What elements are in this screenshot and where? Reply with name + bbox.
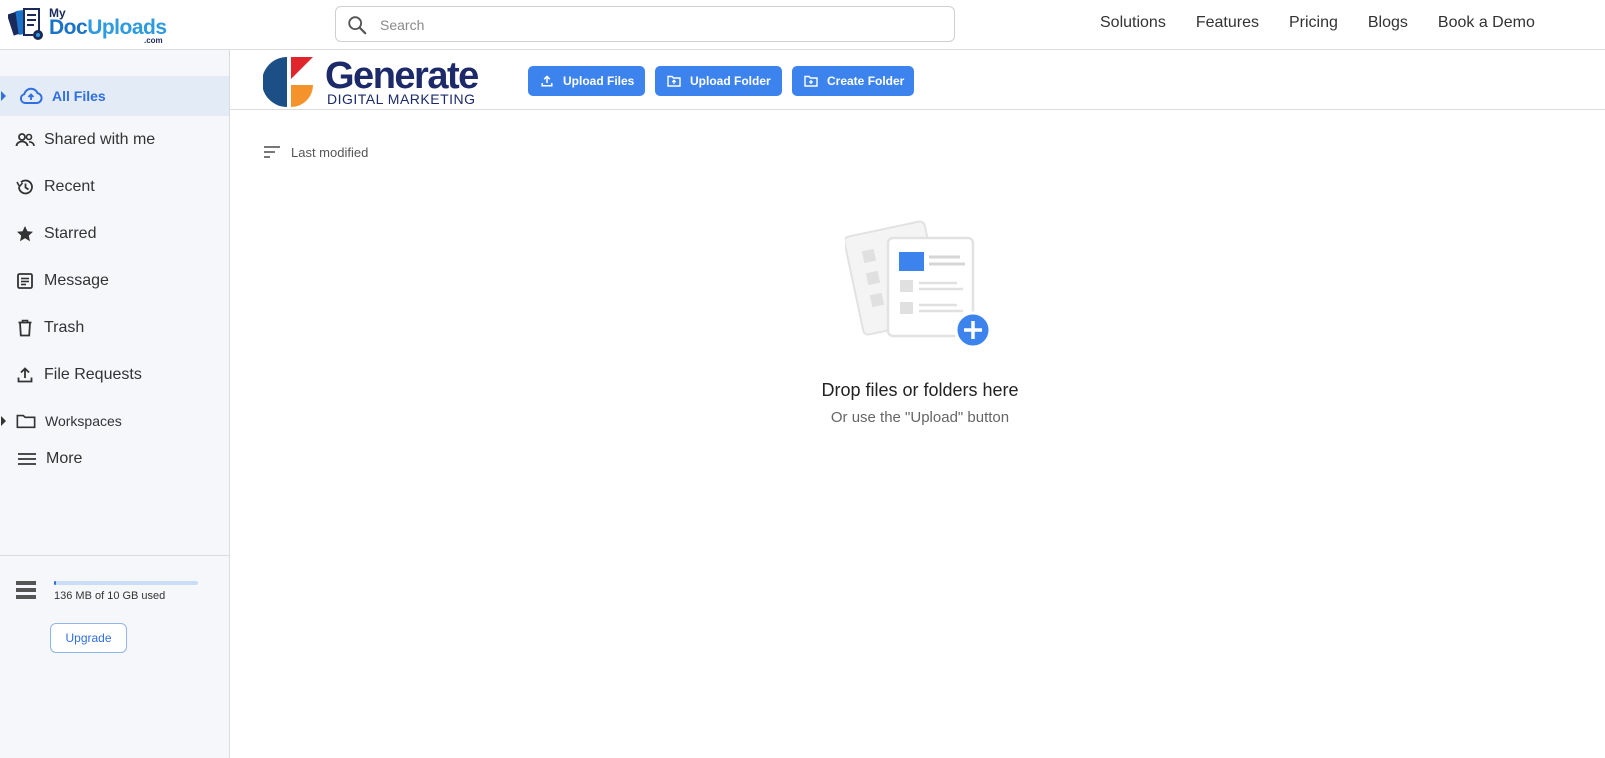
sidebar-item-label: Message [44, 272, 109, 289]
nav-blogs[interactable]: Blogs [1368, 14, 1408, 32]
sidebar-item-label: All Files [52, 88, 106, 104]
nav-solutions[interactable]: Solutions [1100, 14, 1166, 32]
sidebar-item-label: Shared with me [44, 131, 156, 148]
people-icon [15, 130, 35, 150]
sidebar-item-all-files[interactable]: All Files [0, 76, 229, 116]
brand-tagline: DIGITAL MARKETING [327, 91, 476, 107]
folder-add-icon [804, 74, 818, 88]
logo-text-com: .com [144, 36, 163, 45]
sidebar-item-trash[interactable]: Trash [0, 308, 229, 348]
mydocuploads-logo[interactable]: My DocUploads .com [8, 4, 168, 46]
caret-right-icon[interactable] [1, 416, 6, 426]
generate-logo-mark-icon [263, 57, 313, 107]
empty-files-illustration [845, 220, 992, 349]
upload-folder-button[interactable]: Upload Folder [655, 66, 782, 96]
upgrade-button[interactable]: Upgrade [50, 623, 127, 653]
create-folder-button[interactable]: Create Folder [792, 66, 914, 96]
top-bar: My DocUploads .com Solutions Features Pr… [0, 0, 1605, 50]
sidebar-item-label: File Requests [44, 366, 142, 383]
history-icon [15, 177, 35, 197]
brand-logo: Generate DIGITAL MARKETING [263, 55, 498, 107]
search-icon [348, 16, 367, 35]
upload-icon [540, 74, 554, 88]
nav-book-demo[interactable]: Book a Demo [1438, 14, 1535, 32]
logo-text-doc: Doc [49, 16, 88, 39]
folder-upload-icon [667, 74, 681, 88]
sidebar-item-recent[interactable]: Recent [0, 167, 229, 207]
nav-features[interactable]: Features [1196, 14, 1259, 32]
sidebar-item-label: More [46, 450, 83, 467]
storage-progress-bar [54, 581, 198, 585]
menu-icon [17, 449, 37, 469]
upload-files-label: Upload Files [563, 74, 635, 88]
upload-icon [15, 365, 35, 385]
star-icon [15, 224, 35, 244]
storage-progress-fill [54, 581, 57, 585]
message-icon [15, 271, 35, 291]
sidebar-divider [0, 555, 229, 556]
empty-state-title: Drop files or folders here [821, 380, 1019, 400]
trash-icon [15, 318, 35, 338]
sort-control[interactable]: Last modified [263, 143, 368, 161]
create-folder-label: Create Folder [827, 74, 905, 88]
sidebar-item-label: Trash [44, 319, 85, 336]
upload-folder-label: Upload Folder [690, 74, 771, 88]
sort-label: Last modified [291, 144, 369, 160]
sidebar-item-label: Workspaces [45, 413, 122, 429]
upload-files-button[interactable]: Upload Files [528, 66, 645, 96]
cloud-upload-icon [18, 86, 44, 106]
sidebar-item-shared[interactable]: Shared with me [0, 120, 229, 160]
search-box[interactable] [335, 6, 955, 42]
sort-icon [264, 146, 280, 158]
sidebar-item-more[interactable]: More [0, 439, 229, 479]
folder-icon [16, 411, 36, 431]
sidebar-item-file-requests[interactable]: File Requests [0, 355, 229, 395]
nav-pricing[interactable]: Pricing [1289, 14, 1338, 32]
empty-state-subtitle: Or use the "Upload" button [830, 409, 1010, 426]
top-nav: Solutions Features Pricing Blogs Book a … [1100, 14, 1565, 32]
storage-icon [16, 581, 36, 599]
caret-right-icon [1, 91, 6, 101]
sidebar: All Files Shared with me Recent Starred … [0, 50, 230, 758]
main-toolbar: Generate DIGITAL MARKETING Upload Files … [230, 50, 1605, 110]
sidebar-item-starred[interactable]: Starred [0, 214, 229, 254]
storage-usage-text: 136 MB of 10 GB used [54, 590, 166, 602]
search-input[interactable] [380, 13, 940, 37]
sidebar-item-message[interactable]: Message [0, 261, 229, 301]
sidebar-item-label: Starred [44, 225, 97, 242]
docs-logo-icon [8, 8, 43, 40]
sidebar-item-label: Recent [44, 178, 95, 195]
sidebar-item-workspaces[interactable]: Workspaces [0, 401, 229, 441]
